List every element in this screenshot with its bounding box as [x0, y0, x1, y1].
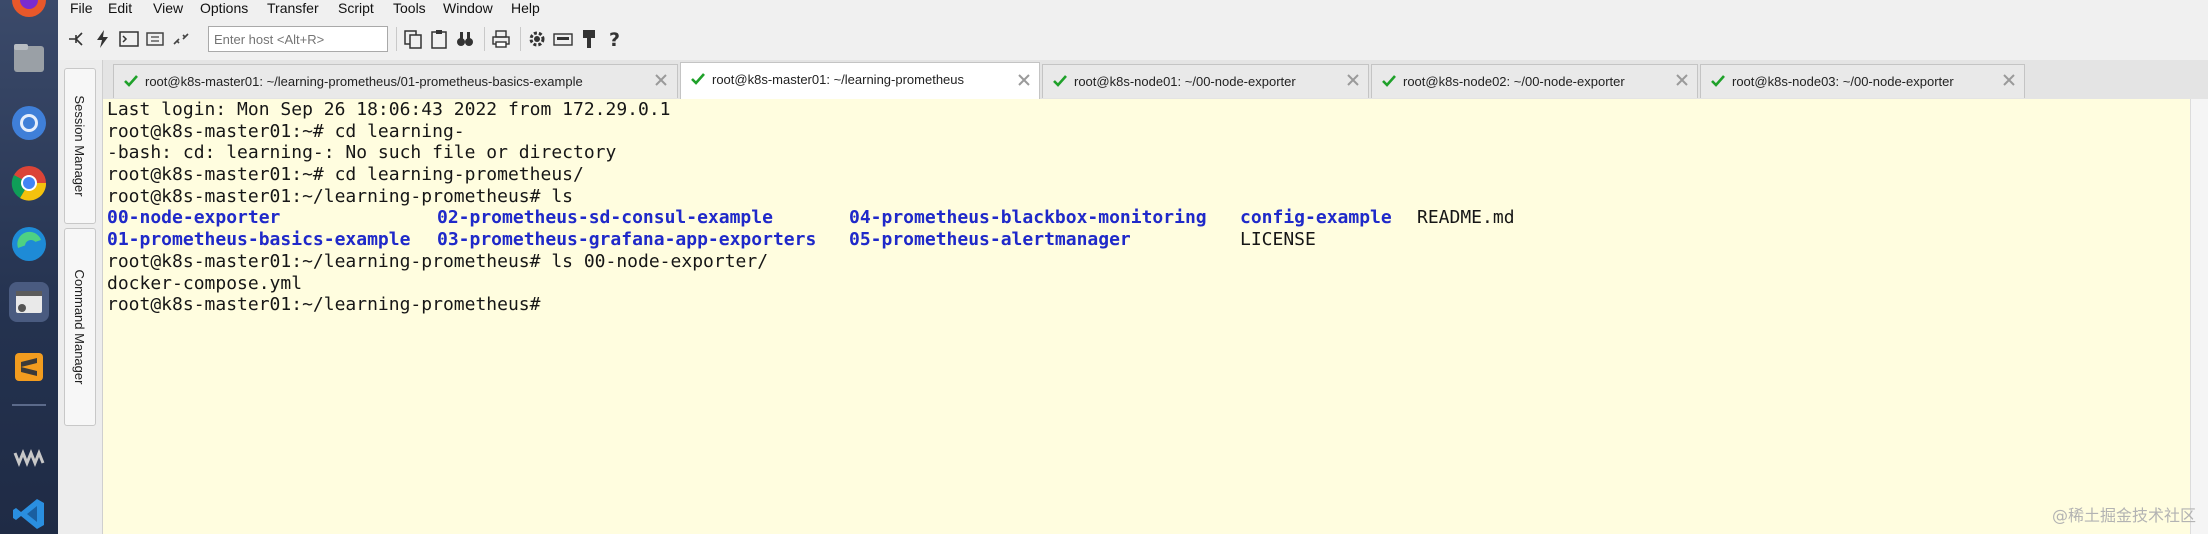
menu-window[interactable]: Window: [443, 0, 493, 16]
chromium-icon[interactable]: [9, 103, 49, 143]
tab-session-4[interactable]: root@k8s-node02: ~/00-node-exporter: [1371, 64, 1698, 98]
tab-label: root@k8s-node03: ~/00-node-exporter: [1732, 74, 1954, 89]
tab-session-2[interactable]: root@k8s-master01: ~/learning-prometheus: [680, 62, 1040, 99]
terminal-line: -bash: cd: learning-: No such file or di…: [107, 142, 617, 164]
menu-view[interactable]: View: [153, 0, 183, 16]
tab-label: root@k8s-master01: ~/learning-prometheus…: [145, 74, 583, 89]
ls-output-row: 01-prometheus-basics-example 03-promethe…: [107, 229, 2190, 251]
edge-icon[interactable]: [9, 224, 49, 264]
close-icon[interactable]: [653, 72, 669, 88]
menu-options[interactable]: Options: [200, 0, 248, 16]
menu-tools[interactable]: Tools: [393, 0, 426, 16]
check-icon: [124, 75, 138, 87]
ls-entry-directory: config-example: [1240, 207, 1392, 229]
svg-text:?: ?: [609, 29, 620, 50]
terminal-line: root@k8s-master01:~# cd learning-: [107, 120, 465, 142]
command-manager-label: Command Manager: [72, 269, 87, 385]
menu-help[interactable]: Help: [511, 0, 540, 16]
help-icon[interactable]: ?: [604, 28, 626, 50]
menu-bar: File Edit View Options Transfer Script T…: [58, 0, 2208, 18]
ls-entry-directory: 00-node-exporter: [107, 207, 281, 229]
toolbar: ?: [58, 18, 2208, 61]
firefox-icon[interactable]: [9, 0, 49, 20]
vmware-icon[interactable]: [9, 437, 49, 477]
side-panel: Session Manager Command Manager: [58, 60, 103, 534]
find-icon[interactable]: [454, 28, 476, 50]
check-icon: [1382, 75, 1396, 87]
connect-icon[interactable]: [66, 28, 88, 50]
terminal-line: Last login: Mon Sep 26 18:06:43 2022 fro…: [107, 99, 671, 120]
close-icon[interactable]: [1345, 72, 1361, 88]
session-manager-label: Session Manager: [72, 95, 87, 197]
menu-file[interactable]: File: [70, 0, 93, 16]
ls-entry-file: LICENSE: [1240, 229, 1316, 251]
settings-icon[interactable]: [526, 28, 548, 50]
chrome-icon[interactable]: [9, 163, 49, 203]
ls-entry-directory: 01-prometheus-basics-example: [107, 229, 411, 251]
menu-edit[interactable]: Edit: [108, 0, 132, 16]
app-dock: [0, 0, 59, 534]
new-tab-icon[interactable]: [118, 28, 140, 50]
files-icon[interactable]: [9, 38, 49, 78]
copy-icon[interactable]: [402, 28, 424, 50]
terminal-line: root@k8s-master01:~# cd learning-prometh…: [107, 164, 584, 186]
ls-entry-directory: 02-prometheus-sd-consul-example: [437, 207, 773, 229]
ls-output-row: 00-node-exporter 02-prometheus-sd-consul…: [107, 207, 2190, 229]
terminal-scrollbar[interactable]: [2190, 99, 2208, 534]
terminal-app-icon[interactable]: [9, 282, 49, 322]
close-icon[interactable]: [1016, 72, 1032, 88]
close-icon[interactable]: [2001, 72, 2017, 88]
tab-label: root@k8s-master01: ~/learning-prometheus: [712, 72, 965, 87]
ls-entry-file: README.md: [1417, 207, 1515, 229]
vscode-icon[interactable]: [9, 494, 49, 534]
host-input[interactable]: [208, 26, 388, 52]
ls-entry-directory: 03-prometheus-grafana-app-exporters: [437, 229, 817, 251]
terminal-prompt: root@k8s-master01:~/learning-prometheus#: [107, 294, 541, 316]
tab-label: root@k8s-node01: ~/00-node-exporter: [1074, 74, 1296, 89]
session-manager-tab[interactable]: Session Manager: [64, 68, 96, 224]
check-icon: [691, 73, 705, 85]
terminal-line: root@k8s-master01:~/learning-prometheus#…: [107, 185, 573, 207]
reconnect-icon[interactable]: [144, 28, 166, 50]
watermark: @稀土掘金技术社区: [2051, 506, 2196, 525]
print-icon[interactable]: [490, 28, 512, 50]
menu-script[interactable]: Script: [338, 0, 374, 16]
command-manager-tab[interactable]: Command Manager: [64, 228, 96, 426]
tab-session-3[interactable]: root@k8s-node01: ~/00-node-exporter: [1042, 64, 1369, 98]
menu-transfer[interactable]: Transfer: [267, 0, 319, 16]
terminal-output[interactable]: Last login: Mon Sep 26 18:06:43 2022 fro…: [103, 99, 2190, 534]
sublime-icon[interactable]: [9, 347, 49, 387]
ls-entry-directory: 04-prometheus-blackbox-monitoring: [849, 207, 1207, 229]
terminal-line: root@k8s-master01:~/learning-prometheus#…: [107, 250, 769, 272]
keymap-icon[interactable]: [552, 28, 574, 50]
close-icon[interactable]: [1674, 72, 1690, 88]
tab-label: root@k8s-node02: ~/00-node-exporter: [1403, 74, 1625, 89]
tab-session-5[interactable]: root@k8s-node03: ~/00-node-exporter: [1700, 64, 2025, 98]
check-icon: [1711, 75, 1725, 87]
session-tab-bar: root@k8s-master01: ~/learning-prometheus…: [103, 60, 2208, 100]
tab-session-1[interactable]: root@k8s-master01: ~/learning-prometheus…: [113, 64, 678, 98]
sftp-icon[interactable]: [578, 28, 600, 50]
terminal-line: docker-compose.yml: [107, 272, 303, 294]
check-icon: [1053, 75, 1067, 87]
quick-connect-icon[interactable]: [92, 28, 114, 50]
ls-entry-directory: 05-prometheus-alertmanager: [849, 229, 1131, 251]
disconnect-icon[interactable]: [170, 28, 192, 50]
paste-icon[interactable]: [428, 28, 450, 50]
